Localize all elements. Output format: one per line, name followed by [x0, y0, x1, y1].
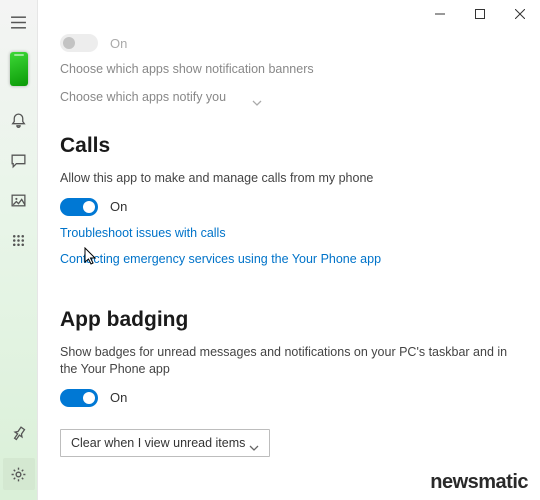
notify-hint: Choose which apps notify you	[60, 90, 226, 104]
calls-desc: Allow this app to make and manage calls …	[60, 170, 518, 188]
phone-thumbnail[interactable]	[10, 52, 28, 86]
settings-icon[interactable]	[3, 458, 35, 490]
badging-desc: Show badges for unread messages and noti…	[60, 344, 518, 379]
badging-dropdown[interactable]: Clear when I view unread items	[60, 429, 270, 457]
calls-toggle[interactable]	[60, 198, 98, 216]
chevron-down-icon	[249, 440, 259, 446]
notifications-icon[interactable]	[3, 104, 35, 136]
close-button[interactable]	[500, 0, 540, 28]
badging-toggle[interactable]	[60, 389, 98, 407]
badging-heading: App badging	[60, 308, 518, 332]
banners-hint: Choose which apps show notification bann…	[60, 62, 518, 76]
calls-toggle-row: On	[60, 198, 518, 216]
photos-icon[interactable]	[3, 184, 35, 216]
chevron-down-icon[interactable]	[252, 94, 262, 100]
minimize-button[interactable]	[420, 0, 460, 28]
notifications-toggle-row: On	[60, 34, 518, 52]
hamburger-icon[interactable]	[3, 6, 35, 38]
sidebar	[0, 0, 38, 500]
calls-toggle-label: On	[110, 199, 127, 214]
maximize-button[interactable]	[460, 0, 500, 28]
apps-icon[interactable]	[3, 224, 35, 256]
cursor-icon	[84, 247, 98, 267]
main-content: On Choose which apps show notification b…	[38, 0, 540, 500]
calls-heading: Calls	[60, 134, 518, 158]
pin-icon[interactable]	[3, 418, 35, 450]
app-window: On Choose which apps show notification b…	[0, 0, 540, 500]
watermark: newsmatic	[430, 471, 528, 494]
badging-toggle-row: On	[60, 389, 518, 407]
notifications-toggle[interactable]	[60, 34, 98, 52]
emergency-link[interactable]: Contacting emergency services using the …	[60, 252, 518, 266]
notifications-toggle-label: On	[110, 36, 127, 51]
badging-toggle-label: On	[110, 390, 127, 405]
messages-icon[interactable]	[3, 144, 35, 176]
dropdown-selected: Clear when I view unread items	[71, 436, 245, 450]
troubleshoot-link[interactable]: Troubleshoot issues with calls	[60, 226, 518, 240]
